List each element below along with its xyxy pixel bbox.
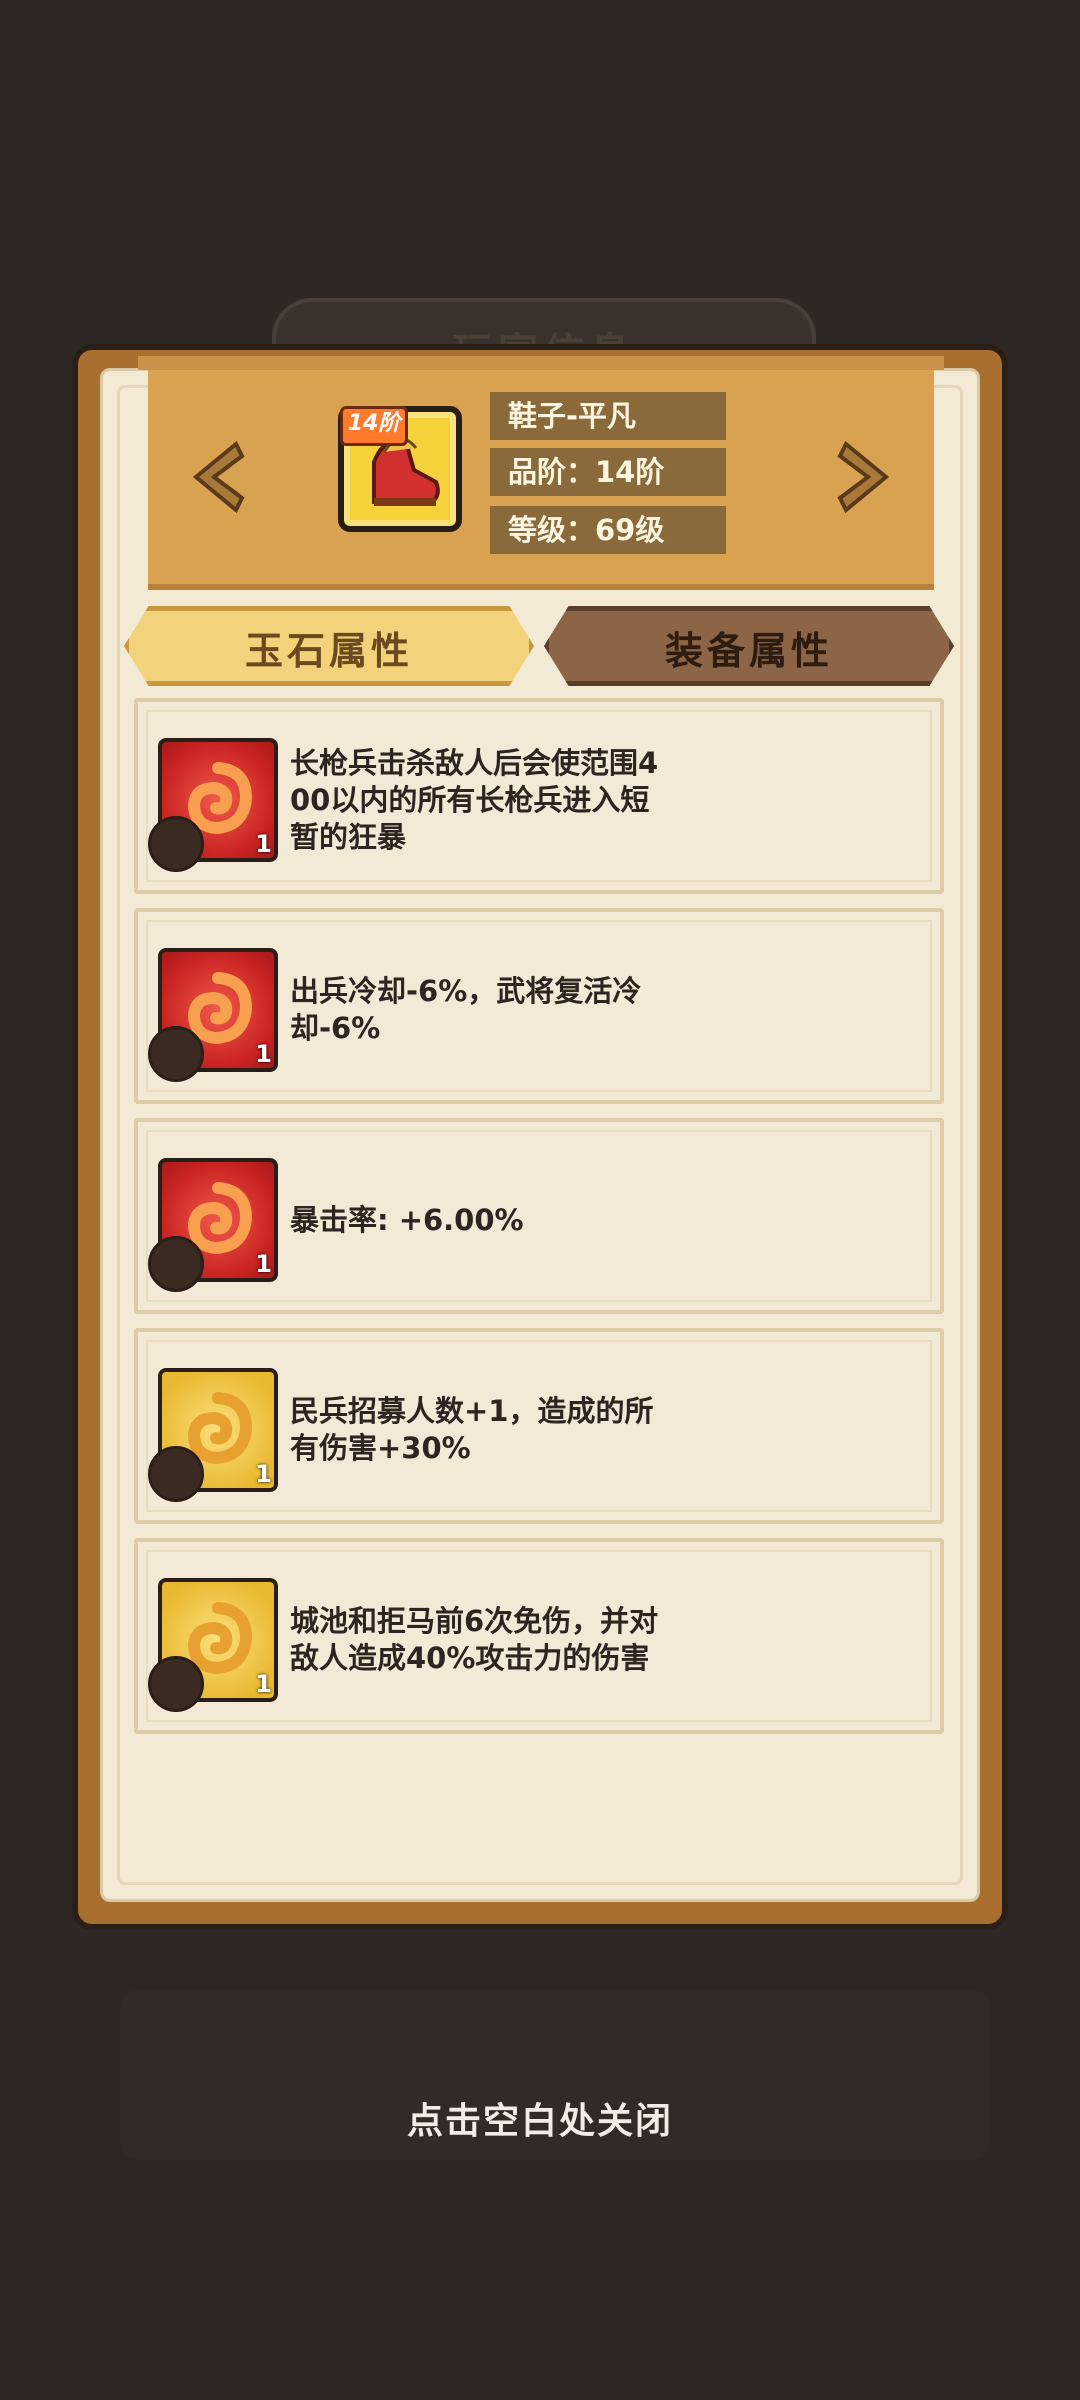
- jade-description-line: 民兵招募人数+1，造成的所: [290, 1394, 654, 1428]
- boot-slot-icon: [148, 1026, 204, 1082]
- jade-description: 城池和拒马前6次免伤，并对 敌人造成40%攻击力的伤害: [290, 1603, 730, 1677]
- jade-description-line: 00以内的所有长枪兵进入短: [290, 782, 650, 817]
- boot-slot-icon: [148, 1656, 204, 1712]
- boot-slot-icon: [148, 1236, 204, 1292]
- jade-icon[interactable]: 1: [148, 1578, 278, 1712]
- close-hint[interactable]: 点击空白处关闭: [0, 2092, 1080, 2144]
- equipment-grade: 品阶：14阶: [490, 448, 726, 496]
- jade-icon[interactable]: 1: [148, 1368, 278, 1502]
- jade-card[interactable]: 1 出兵冷却-6%，武将复活冷 却-6%: [134, 908, 944, 1104]
- next-arrow-icon[interactable]: [836, 440, 894, 514]
- tab-equipment-attributes[interactable]: 装备属性: [544, 606, 954, 686]
- jade-card[interactable]: 1 民兵招募人数+1，造成的所 有伤害+30%: [134, 1328, 944, 1524]
- tier-badge: 14阶: [340, 406, 408, 446]
- jade-card[interactable]: 1 暴击率: +6.00%: [134, 1118, 944, 1314]
- jade-icon[interactable]: 1: [148, 948, 278, 1082]
- jade-icon[interactable]: 1: [148, 738, 278, 872]
- equipment-level: 等级：69级: [490, 506, 726, 554]
- jade-description-line: 却-6%: [290, 1011, 381, 1045]
- jade-icon[interactable]: 1: [148, 1158, 278, 1292]
- jade-description-line: 有伤害+30%: [290, 1431, 471, 1465]
- jade-description-line: 敌人造成40%攻击力的伤害: [290, 1641, 650, 1675]
- jade-description-line: 长枪兵击杀敌人后会使范围4: [290, 745, 659, 780]
- jade-description: 长枪兵击杀敌人后会使范围4 00以内的所有长枪兵进入短 暂的狂暴: [290, 745, 730, 856]
- jade-level: 1: [255, 1670, 272, 1698]
- jade-description-line: 城池和拒马前6次免伤，并对: [290, 1604, 659, 1638]
- jade-card[interactable]: 1 长枪兵击杀敌人后会使范围4 00以内的所有长枪兵进入短 暂的狂暴: [134, 698, 944, 894]
- prev-arrow-icon[interactable]: [188, 440, 246, 514]
- equipment-name: 鞋子-平凡: [490, 392, 726, 440]
- jade-level: 1: [255, 1460, 272, 1488]
- jade-card[interactable]: 1 城池和拒马前6次免伤，并对 敌人造成40%攻击力的伤害: [134, 1538, 944, 1734]
- jade-description-line: 暂的狂暴: [290, 819, 407, 854]
- jade-level: 1: [255, 1250, 272, 1278]
- jade-level: 1: [255, 830, 272, 858]
- jade-description: 出兵冷却-6%，武将复活冷 却-6%: [290, 973, 730, 1047]
- jade-level: 1: [255, 1040, 272, 1068]
- jade-description-line: 出兵冷却-6%，武将复活冷: [290, 974, 642, 1008]
- jade-description: 暴击率: +6.00%: [290, 1202, 730, 1239]
- boot-slot-icon: [148, 1446, 204, 1502]
- jade-description-line: 暴击率: +6.00%: [290, 1202, 524, 1237]
- boot-slot-icon: [148, 816, 204, 872]
- tab-jade-attributes[interactable]: 玉石属性: [124, 606, 534, 686]
- jade-description: 民兵招募人数+1，造成的所 有伤害+30%: [290, 1393, 730, 1467]
